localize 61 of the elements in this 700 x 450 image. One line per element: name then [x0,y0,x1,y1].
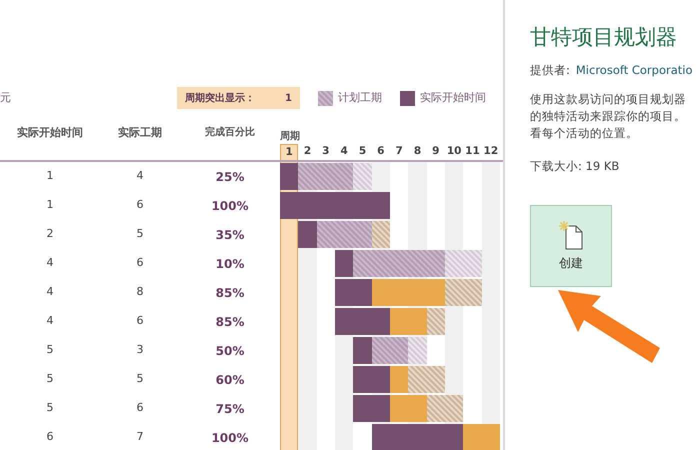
table-cell-text: 85% [214,314,246,330]
table-cell-text: 6 [136,400,144,416]
table-cell-text: 100% [210,198,250,214]
table-cell-text: 60% [214,372,246,388]
title-fragment: 元 [0,90,11,104]
description-line: 使用这款易访问的项目规划器 [530,90,687,108]
column-header: 完成百分比 [205,127,255,138]
provider-name: Microsoft Corporatio [576,62,693,76]
period-number: 1 [280,144,298,160]
period-number: 10 [446,144,462,159]
table-cell-text: 7 [136,429,144,446]
period-number: 2 [302,144,312,159]
new-file-icon [558,220,584,250]
legend-label: 计划工期 [338,90,382,106]
table-cell-text: 5 [136,371,144,388]
table-cell-text: 35% [214,226,246,244]
period-number: 5 [358,144,368,159]
table-cell-text: 100% [210,430,250,446]
table-cell-text: 5 [136,226,144,242]
table-cell-text: 6 [136,255,144,272]
column-header: 实际开始时间 [17,126,83,139]
table-cell-text: 25% [214,168,246,186]
period-number: 11 [464,144,481,159]
period-highlight-label: 周期突出显示： [185,92,255,106]
column-header: 实际工期 [118,126,162,139]
template-title: 甘特项目规划器 [530,24,678,51]
period-number: 4 [340,144,349,159]
table-cell-text: 4 [46,284,54,300]
period-number: 9 [431,144,440,159]
period-number: 8 [412,144,422,159]
description-line: 的独特活动来跟踪你的项目。 [530,108,687,125]
table-cell-text: 6 [136,313,144,330]
table-cell-text: 5 [46,342,54,358]
period-number: 3 [321,144,330,159]
create-button[interactable]: 创建 [530,205,612,287]
description-line: 看每个活动的位置。 [530,124,639,142]
period-label: 周期 [280,131,300,142]
table-cell-text: 6 [136,197,144,214]
table-cell-text: 85% [214,284,246,302]
table-cell-text: 75% [214,400,246,418]
period-number: 6 [376,144,386,159]
table-cell-text: 5 [46,371,54,388]
table-cell-text: 5 [46,400,54,416]
table-cell-text: 4 [46,313,54,330]
table-cell-text: 50% [214,342,246,360]
table-cell-text: 8 [136,284,144,300]
table-cell-text: 4 [46,255,54,272]
table-cell-text: 2 [46,226,54,242]
table-cell-text: 6 [46,429,54,446]
table-cell-text: 10% [214,256,246,272]
table-cell-text: 4 [136,168,144,184]
size-label: 下载大小: [530,158,582,173]
size-value: 19 KB [586,158,620,173]
table-cell-text: 3 [136,342,144,358]
legend-label: 实际开始时间 [420,90,486,106]
table-cell-text: 1 [46,168,54,184]
table-cell-text: 1 [46,197,54,214]
provider-label: 提供者: [530,62,570,76]
period-number: 7 [394,144,404,159]
period-highlight-value: 1 [285,92,292,106]
period-number: 12 [482,144,500,159]
